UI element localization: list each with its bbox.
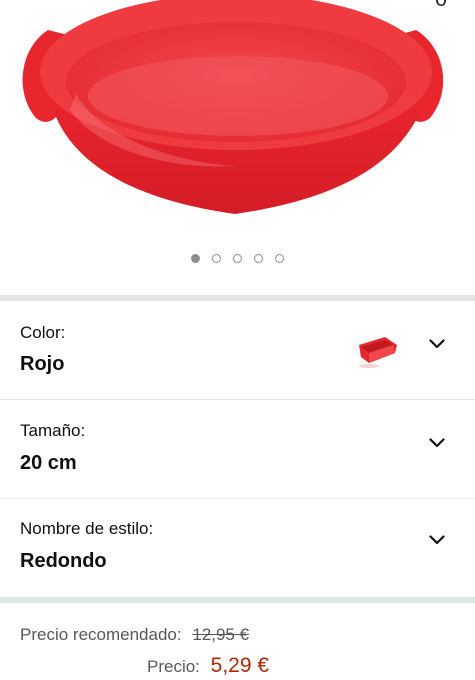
color-label: Color: [20, 323, 66, 342]
chevron-down-icon[interactable] [429, 438, 445, 448]
recommended-price-line: Precio recomendado: 12,95 € [20, 625, 249, 645]
recommended-price-label: Precio recomendado: [20, 625, 182, 644]
style-label: Nombre de estilo: [20, 519, 154, 538]
carousel-dot-4[interactable] [254, 254, 263, 263]
recommended-price-value: 12,95 € [192, 625, 250, 644]
chevron-down-icon[interactable] [429, 535, 445, 545]
carousel-dot-5[interactable] [275, 254, 284, 263]
style-value: Redondo [20, 550, 107, 572]
price-line: Precio: 5,29 € [147, 654, 269, 678]
pricing-block: Precio recomendado: 12,95 € Precio: 5,29… [0, 604, 475, 680]
carousel-indicator[interactable] [0, 254, 475, 263]
section-divider [0, 597, 475, 603]
size-value: 20 cm [20, 452, 77, 474]
color-selector[interactable]: Color: Rojo [0, 301, 475, 400]
price-label: Precio: [147, 657, 200, 676]
color-value: Rojo [20, 353, 65, 375]
carousel-dot-2[interactable] [212, 254, 221, 263]
price-value: 5,29 € [210, 654, 270, 677]
product-image [22, 0, 444, 214]
image-count-badge: 6 [435, 0, 447, 10]
product-image-gallery[interactable]: 6 [0, 0, 475, 295]
size-selector[interactable]: Tamaño: 20 cm [0, 400, 475, 499]
carousel-dot-3[interactable] [233, 254, 242, 263]
chevron-down-icon[interactable] [429, 339, 445, 349]
size-label: Tamaño: [20, 421, 86, 440]
red-mold-thumbnail-icon[interactable] [355, 331, 399, 371]
carousel-dot-1[interactable] [191, 254, 200, 263]
style-selector[interactable]: Nombre de estilo: Redondo [0, 499, 475, 597]
